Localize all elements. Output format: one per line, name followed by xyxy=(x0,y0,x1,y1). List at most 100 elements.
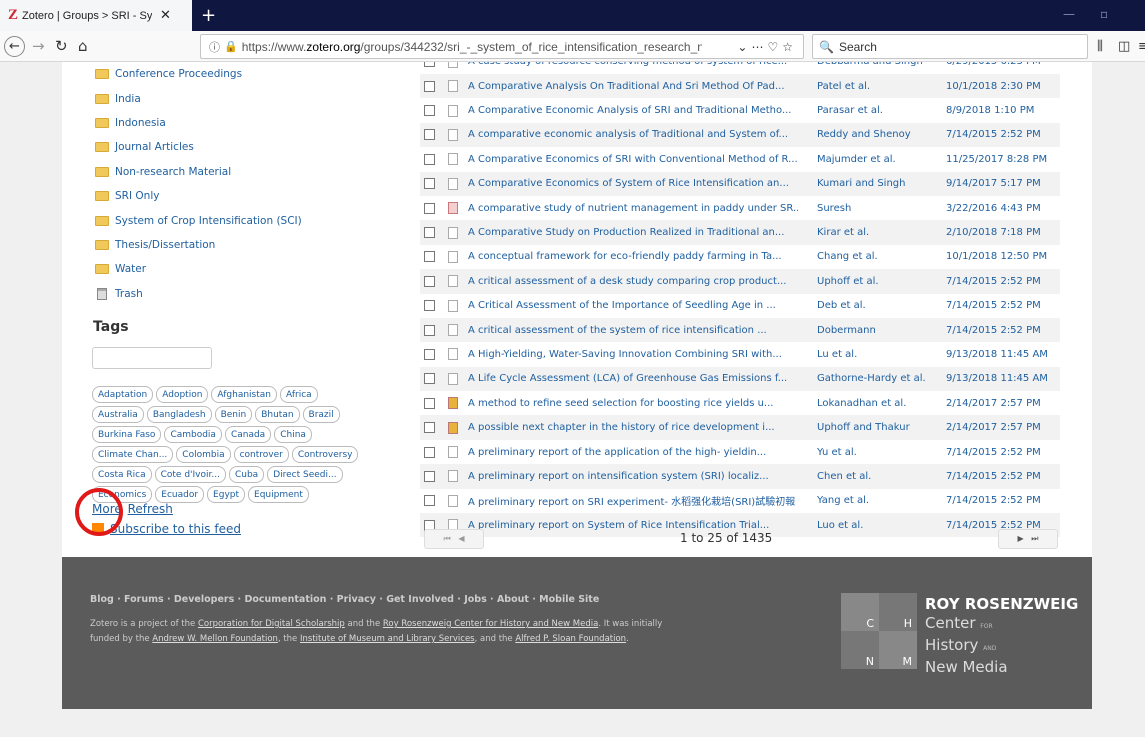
item-checkbox[interactable] xyxy=(424,153,435,165)
footer-links[interactable]: Blog · Forums · Developers · Documentati… xyxy=(90,594,599,605)
item-row[interactable]: A Comparative Economics of System of Ric… xyxy=(420,171,1060,196)
collection-item[interactable]: India xyxy=(95,86,302,110)
item-checkbox[interactable] xyxy=(424,227,435,239)
restore-icon[interactable]: ▫ xyxy=(1100,7,1108,21)
url-bar[interactable]: ⓘ 🔒 https://www.zotero.org/groups/344232… xyxy=(200,34,804,59)
tag-chip[interactable]: controver xyxy=(233,446,289,463)
collection-item[interactable]: Water xyxy=(95,257,302,281)
tag-chip[interactable]: China xyxy=(274,426,312,443)
last-page-icon[interactable]: ⏭ xyxy=(1031,534,1038,543)
item-title[interactable]: A High-Yielding, Water-Saving Innovation… xyxy=(468,349,798,360)
collection-item[interactable]: Conference Proceedings xyxy=(95,62,302,86)
collection-item[interactable]: Non-research Material xyxy=(95,160,302,184)
tag-chip[interactable]: Cuba xyxy=(228,466,265,483)
item-row[interactable]: A preliminary report of the application … xyxy=(420,440,1060,464)
item-row[interactable]: A case study of resource conserving meth… xyxy=(420,62,1060,74)
refresh-link[interactable]: Refresh xyxy=(128,502,173,516)
item-title[interactable]: A preliminary report on SRI experiment- … xyxy=(468,493,798,508)
item-row[interactable]: A Comparative Economics of SRI with Conv… xyxy=(420,147,1060,171)
item-title[interactable]: A comparative economic analysis of Tradi… xyxy=(468,129,798,140)
tag-chip[interactable]: Costa Rica xyxy=(92,466,152,483)
minimize-icon[interactable]: — xyxy=(1063,7,1075,21)
menu-icon[interactable]: ≡ xyxy=(1138,39,1145,54)
item-title[interactable]: A Comparative Economics of System of Ric… xyxy=(468,178,798,189)
item-checkbox[interactable] xyxy=(424,62,435,67)
tag-chip[interactable]: Climate Chan... xyxy=(92,446,174,463)
rrchnm-link[interactable]: Roy Rosenzweig Center for History and Ne… xyxy=(383,619,598,629)
collection-item[interactable]: System of Crop Intensification (SCI) xyxy=(95,208,302,232)
tag-chip[interactable]: Equipment xyxy=(248,486,309,503)
tag-chip[interactable]: Ecuador xyxy=(155,486,205,503)
item-title[interactable]: A Comparative Study on Production Realiz… xyxy=(468,227,798,238)
item-checkbox[interactable] xyxy=(424,178,435,190)
search-input[interactable]: 🔍 Search xyxy=(812,34,1088,59)
library-icon[interactable]: ⫼ xyxy=(1097,39,1103,54)
collection-item[interactable]: Journal Articles xyxy=(95,135,302,159)
item-checkbox[interactable] xyxy=(424,495,435,507)
next-page-controls[interactable]: ▶ ⏭ xyxy=(998,529,1058,549)
page-actions-icon[interactable]: ⌄⋯♡☆ xyxy=(737,40,797,54)
item-row[interactable]: A critical assessment of a desk study co… xyxy=(420,269,1060,294)
item-title[interactable]: A Comparative Economics of SRI with Conv… xyxy=(468,154,798,165)
item-checkbox[interactable] xyxy=(424,129,435,141)
collection-item[interactable]: Trash xyxy=(95,282,302,306)
cds-link[interactable]: Corporation for Digital Scholarship xyxy=(198,619,345,629)
browser-tab[interactable]: Z Zotero | Groups > SRI - System of ✕ xyxy=(0,0,192,31)
collection-item[interactable]: Thesis/Dissertation xyxy=(95,233,302,257)
item-checkbox[interactable] xyxy=(424,324,435,336)
item-row[interactable]: A critical assessment of the system of r… xyxy=(420,317,1060,343)
item-checkbox[interactable] xyxy=(424,275,435,287)
sidebar-icon[interactable]: ◫ xyxy=(1118,39,1130,54)
item-row[interactable]: A preliminary report on SRI experiment- … xyxy=(420,489,1060,513)
tag-chip[interactable]: Direct Seedi... xyxy=(267,466,343,483)
item-title[interactable]: A possible next chapter in the history o… xyxy=(468,422,798,433)
next-page-icon[interactable]: ▶ xyxy=(1018,534,1024,543)
item-checkbox[interactable] xyxy=(424,470,435,482)
item-row[interactable]: A preliminary report on intensification … xyxy=(420,464,1060,489)
tag-chip[interactable]: Bhutan xyxy=(255,406,300,423)
lock-icon[interactable]: 🔒 xyxy=(224,40,238,53)
item-title[interactable]: A Comparative Economic Analysis of SRI a… xyxy=(468,105,798,116)
tag-chip[interactable]: Controversy xyxy=(291,446,359,463)
tag-chip[interactable]: Bangladesh xyxy=(146,406,212,423)
prev-page-controls[interactable]: ⏮ ◀ xyxy=(424,529,484,549)
subscribe-link[interactable]: Subscribe to this feed xyxy=(110,522,241,536)
item-checkbox[interactable] xyxy=(424,348,435,360)
item-checkbox[interactable] xyxy=(424,300,435,312)
item-checkbox[interactable] xyxy=(424,80,435,92)
item-row[interactable]: A comparative economic analysis of Tradi… xyxy=(420,122,1060,148)
tag-chip[interactable]: Canada xyxy=(224,426,272,443)
close-tab-icon[interactable]: ✕ xyxy=(160,8,171,23)
tag-chip[interactable]: Colombia xyxy=(176,446,231,463)
item-title[interactable]: A Critical Assessment of the Importance … xyxy=(468,300,798,311)
tag-filter-input[interactable] xyxy=(92,347,212,369)
item-row[interactable]: A conceptual framework for eco-friendly … xyxy=(420,245,1060,269)
item-row[interactable]: A comparative study of nutrient manageme… xyxy=(420,196,1060,220)
item-title[interactable]: A preliminary report on intensification … xyxy=(468,471,798,482)
tag-chip[interactable]: Cote d'Ivoir... xyxy=(154,466,226,483)
item-checkbox[interactable] xyxy=(424,397,435,409)
item-row[interactable]: A method to refine seed selection for bo… xyxy=(420,391,1060,415)
rr-title[interactable]: ROY ROSENZWEIG xyxy=(925,595,1078,613)
item-title[interactable]: A Life Cycle Assessment (LCA) of Greenho… xyxy=(468,373,798,384)
back-icon[interactable]: ← xyxy=(4,36,25,57)
sloan-link[interactable]: Alfred P. Sloan Foundation xyxy=(515,634,626,644)
item-checkbox[interactable] xyxy=(424,373,435,385)
item-checkbox[interactable] xyxy=(424,446,435,458)
tag-chip[interactable]: Burkina Faso xyxy=(92,426,162,443)
reload-icon[interactable]: ↻ xyxy=(55,36,68,56)
item-row[interactable]: A Comparative Study on Production Realiz… xyxy=(420,220,1060,245)
rr-subtitle[interactable]: Center FOR History AND New Media xyxy=(925,614,1008,676)
item-title[interactable]: A critical assessment of a desk study co… xyxy=(468,276,798,287)
item-row[interactable]: A Critical Assessment of the Importance … xyxy=(420,294,1060,318)
tag-chip[interactable]: Benin xyxy=(214,406,253,423)
item-title[interactable]: A Comparative Analysis On Traditional An… xyxy=(468,81,798,92)
item-row[interactable]: A Comparative Economic Analysis of SRI a… xyxy=(420,98,1060,122)
item-row[interactable]: A High-Yielding, Water-Saving Innovation… xyxy=(420,342,1060,366)
chnm-logo-icon[interactable]: C H N M xyxy=(841,593,917,669)
url-text[interactable]: https://www.zotero.org/groups/344232/sri… xyxy=(242,40,702,54)
item-checkbox[interactable] xyxy=(424,105,435,117)
tag-chip[interactable]: Afghanistan xyxy=(211,386,277,403)
item-checkbox[interactable] xyxy=(424,251,435,263)
new-tab-icon[interactable]: + xyxy=(201,5,216,26)
